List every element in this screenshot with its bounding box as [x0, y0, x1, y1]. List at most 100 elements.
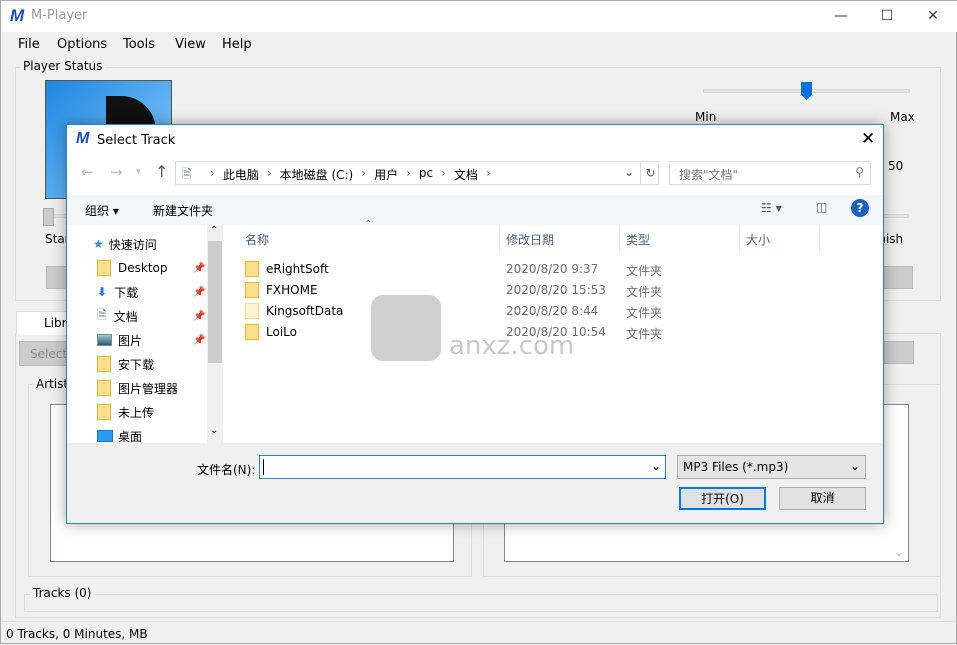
scroll-up-icon[interactable]: ⌃: [210, 225, 218, 236]
nav-folder[interactable]: 安下载: [97, 354, 154, 374]
document-icon: 🗎: [97, 307, 107, 322]
column-date[interactable]: 修改日期: [506, 231, 554, 248]
breadcrumb-item[interactable]: pc: [419, 166, 433, 183]
file-row[interactable]: eRightSoft 2020/8/20 9:37 文件夹: [245, 259, 665, 279]
nav-desktop[interactable]: Desktop: [97, 258, 168, 278]
file-name: FXHOME: [266, 283, 318, 297]
library-right-button[interactable]: [881, 341, 914, 364]
recent-dropdown-icon[interactable]: ▾: [136, 167, 141, 177]
file-type: 文件夹: [626, 327, 663, 341]
breadcrumb: › 此电脑 › 本地磁盘 (C:) › 用户 › pc › 文档 ›: [210, 166, 491, 183]
file-row[interactable]: LoiLo 2020/8/20 10:54 文件夹: [245, 322, 665, 342]
dialog-title: Select Track: [97, 133, 176, 148]
select-label: Select: [30, 347, 68, 361]
nav-documents[interactable]: 🗎 文档: [97, 306, 138, 326]
dialog-close-icon[interactable]: ✕: [861, 129, 875, 149]
breadcrumb-item[interactable]: 用户: [374, 166, 398, 183]
column-divider[interactable]: [819, 225, 820, 251]
breadcrumb-item[interactable]: 文档: [454, 166, 478, 183]
nav-folder[interactable]: 未上传: [97, 402, 154, 422]
file-row[interactable]: FXHOME 2020/8/20 15:53 文件夹: [245, 280, 665, 300]
menu-help[interactable]: Help: [222, 37, 252, 52]
filetype-value: MP3 Files (*.mp3): [683, 460, 789, 474]
maximize-button[interactable]: ☐: [864, 1, 910, 32]
position-slider-thumb[interactable]: [43, 208, 54, 226]
minimize-button[interactable]: —: [818, 1, 864, 32]
dialog-footer: 文件名(N): ⌄ MP3 Files (*.mp3) ⌄ 打开(O) 取消: [67, 443, 883, 523]
filetype-select[interactable]: MP3 Files (*.mp3) ⌄: [677, 455, 866, 479]
scroll-down-icon[interactable]: ⌄: [894, 545, 904, 559]
status-text: 0 Tracks, 0 Minutes, MB: [6, 627, 148, 641]
file-type: 文件夹: [626, 306, 663, 320]
preview-pane-icon[interactable]: ◫: [816, 200, 827, 214]
dialog-logo: M: [76, 130, 90, 147]
desktop-icon: [97, 430, 113, 442]
nav-label: 快速访问: [108, 237, 157, 252]
nav-label: 下载: [114, 285, 139, 300]
folder-icon: [245, 303, 259, 319]
forward-icon[interactable]: →: [110, 163, 123, 181]
help-icon[interactable]: ?: [851, 199, 869, 217]
column-name[interactable]: 名称: [245, 231, 269, 248]
file-name: KingsoftData: [266, 304, 344, 318]
column-type[interactable]: 类型: [626, 231, 650, 248]
filename-input[interactable]: ⌄: [259, 455, 666, 479]
folder-icon: [97, 404, 111, 420]
nav-label: 安下载: [118, 357, 155, 372]
close-button[interactable]: ✕: [910, 1, 956, 32]
pin-icon: 📌: [193, 263, 206, 274]
nav-pictures[interactable]: 图片: [97, 330, 142, 350]
cancel-button[interactable]: 取消: [779, 487, 866, 510]
nav-label: 桌面: [118, 429, 143, 444]
search-input[interactable]: 搜索"文档" ⚲: [669, 161, 871, 185]
address-bar[interactable]: 🗎 › 此电脑 › 本地磁盘 (C:) › 用户 › pc › 文档 › ⌄ ↻: [175, 161, 659, 185]
nav-scrollbar-thumb[interactable]: [208, 241, 222, 363]
title-bar: M M-Player — ☐ ✕: [1, 1, 957, 32]
column-divider[interactable]: [739, 225, 740, 251]
menu-tools[interactable]: Tools: [123, 37, 155, 52]
folder-icon: [245, 324, 259, 340]
nav-quick-access[interactable]: ★ 快速访问: [93, 234, 157, 254]
file-date: 2020/8/20 8:44: [506, 304, 599, 318]
open-button[interactable]: 打开(O): [679, 487, 766, 510]
dialog-toolbar: 组织 ▾ 新建文件夹 ☷ ▾ ◫ ?: [67, 195, 883, 225]
nav-label: 图片管理器: [118, 381, 179, 396]
file-row[interactable]: KingsoftData 2020/8/20 8:44 文件夹: [245, 301, 665, 321]
select-track-dialog: M Select Track ✕ ← → ▾ ↑ 🗎 › 此电脑 › 本地磁盘 (C…: [66, 124, 884, 524]
refresh-icon[interactable]: ↻: [640, 162, 660, 184]
search-placeholder: 搜索"文档": [679, 168, 739, 182]
column-divider[interactable]: [619, 225, 620, 251]
nav-scrollbar[interactable]: ⌃ ⌄: [207, 225, 223, 443]
breadcrumb-item[interactable]: 此电脑: [223, 166, 259, 183]
star-icon: ★: [93, 237, 104, 251]
folder-icon: [97, 380, 111, 396]
back-icon[interactable]: ←: [81, 163, 94, 181]
column-size[interactable]: 大小: [746, 231, 770, 248]
status-bar: 0 Tracks, 0 Minutes, MB: [1, 621, 957, 645]
download-icon: ⬇: [97, 285, 108, 299]
nav-label: 未上传: [118, 405, 155, 420]
tracks-group: [24, 594, 938, 612]
column-divider[interactable]: [499, 225, 500, 251]
chevron-down-icon: ⌄: [849, 459, 860, 473]
view-options-icon[interactable]: ☷ ▾: [761, 201, 782, 215]
folder-icon: [245, 282, 259, 298]
menu-view[interactable]: View: [175, 37, 206, 52]
app-logo: M: [10, 6, 25, 25]
folder-icon: [97, 260, 111, 276]
menu-file[interactable]: File: [18, 37, 40, 52]
file-name: eRightSoft: [266, 262, 329, 276]
nav-downloads[interactable]: ⬇ 下载: [97, 282, 138, 302]
address-dropdown-icon[interactable]: ⌄: [624, 165, 634, 179]
file-date: 2020/8/20 9:37: [506, 262, 599, 276]
pin-icon: 📌: [193, 335, 206, 346]
organize-button[interactable]: 组织 ▾: [85, 202, 119, 219]
menu-options[interactable]: Options: [57, 37, 107, 52]
chevron-down-icon[interactable]: ⌄: [651, 459, 661, 473]
breadcrumb-item[interactable]: 本地磁盘 (C:): [280, 166, 354, 183]
nav-folder[interactable]: 图片管理器: [97, 378, 178, 398]
nav-label: 图片: [118, 333, 143, 348]
up-icon[interactable]: ↑: [155, 162, 168, 181]
new-folder-button[interactable]: 新建文件夹: [153, 202, 213, 219]
scroll-down-icon[interactable]: ⌄: [210, 425, 218, 436]
